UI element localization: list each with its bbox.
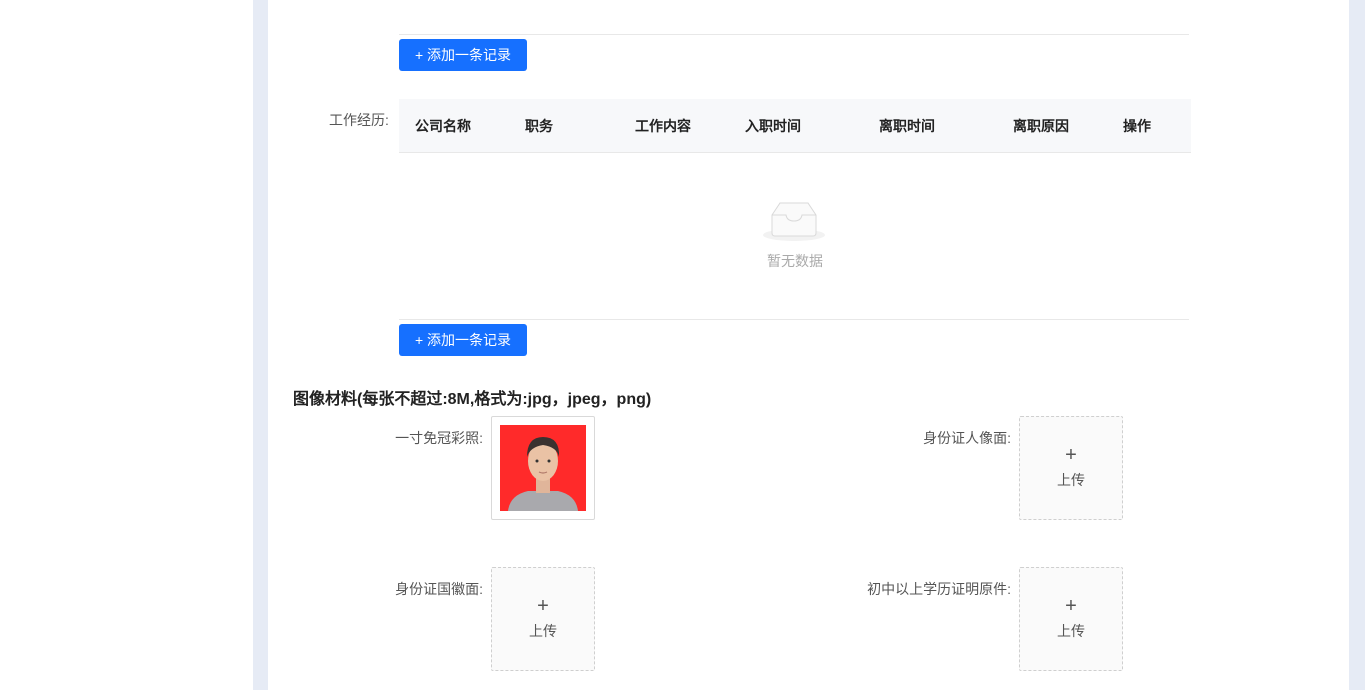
portrait-image <box>500 425 586 511</box>
empty-text: 暂无数据 <box>767 253 823 269</box>
photo-preview[interactable] <box>491 416 595 520</box>
id-front-label: 身份证人像面: <box>923 430 1011 446</box>
column-start-date: 入职时间 <box>745 117 801 134</box>
empty-inbox-icon <box>763 202 825 241</box>
column-position: 职务 <box>525 117 553 134</box>
column-company-name: 公司名称 <box>415 117 471 134</box>
education-cert-label: 初中以上学历证明原件: <box>867 581 1011 597</box>
id-back-upload[interactable]: + 上传 <box>491 567 595 671</box>
upload-text: 上传 <box>1057 472 1085 488</box>
work-experience-label: 工作经历: <box>329 112 389 128</box>
page-left-margin <box>0 0 253 690</box>
table-header: 公司名称 职务 工作内容 入职时间 离职时间 离职原因 操作 <box>399 99 1191 153</box>
add-work-record-button[interactable]: + 添加一条记录 <box>399 324 527 356</box>
table-empty-state: 暂无数据 <box>399 153 1191 319</box>
upload-text: 上传 <box>529 623 557 639</box>
left-strip <box>253 0 268 690</box>
column-end-date: 离职时间 <box>879 117 935 134</box>
upload-text: 上传 <box>1057 623 1085 639</box>
work-experience-table: 公司名称 职务 工作内容 入职时间 离职时间 离职原因 操作 暂无数据 <box>399 99 1191 320</box>
divider <box>399 319 1189 320</box>
plus-icon: + <box>1065 444 1077 466</box>
education-cert-upload[interactable]: + 上传 <box>1019 567 1123 671</box>
column-actions: 操作 <box>1123 117 1151 134</box>
image-materials-title: 图像材料(每张不超过:8M,格式为:jpg，jpeg，png) <box>293 391 652 408</box>
add-record-label: + 添加一条记录 <box>414 47 512 63</box>
right-strip <box>1349 0 1365 690</box>
id-back-label: 身份证国徽面: <box>395 581 483 597</box>
photo-label: 一寸免冠彩照: <box>395 430 483 446</box>
column-leave-reason: 离职原因 <box>1013 117 1069 134</box>
add-record-button[interactable]: + 添加一条记录 <box>399 39 527 71</box>
id-front-upload[interactable]: + 上传 <box>1019 416 1123 520</box>
divider <box>399 34 1189 35</box>
plus-icon: + <box>1065 595 1077 617</box>
add-record-label: + 添加一条记录 <box>414 332 512 348</box>
plus-icon: + <box>537 595 549 617</box>
column-job-content: 工作内容 <box>635 117 691 134</box>
